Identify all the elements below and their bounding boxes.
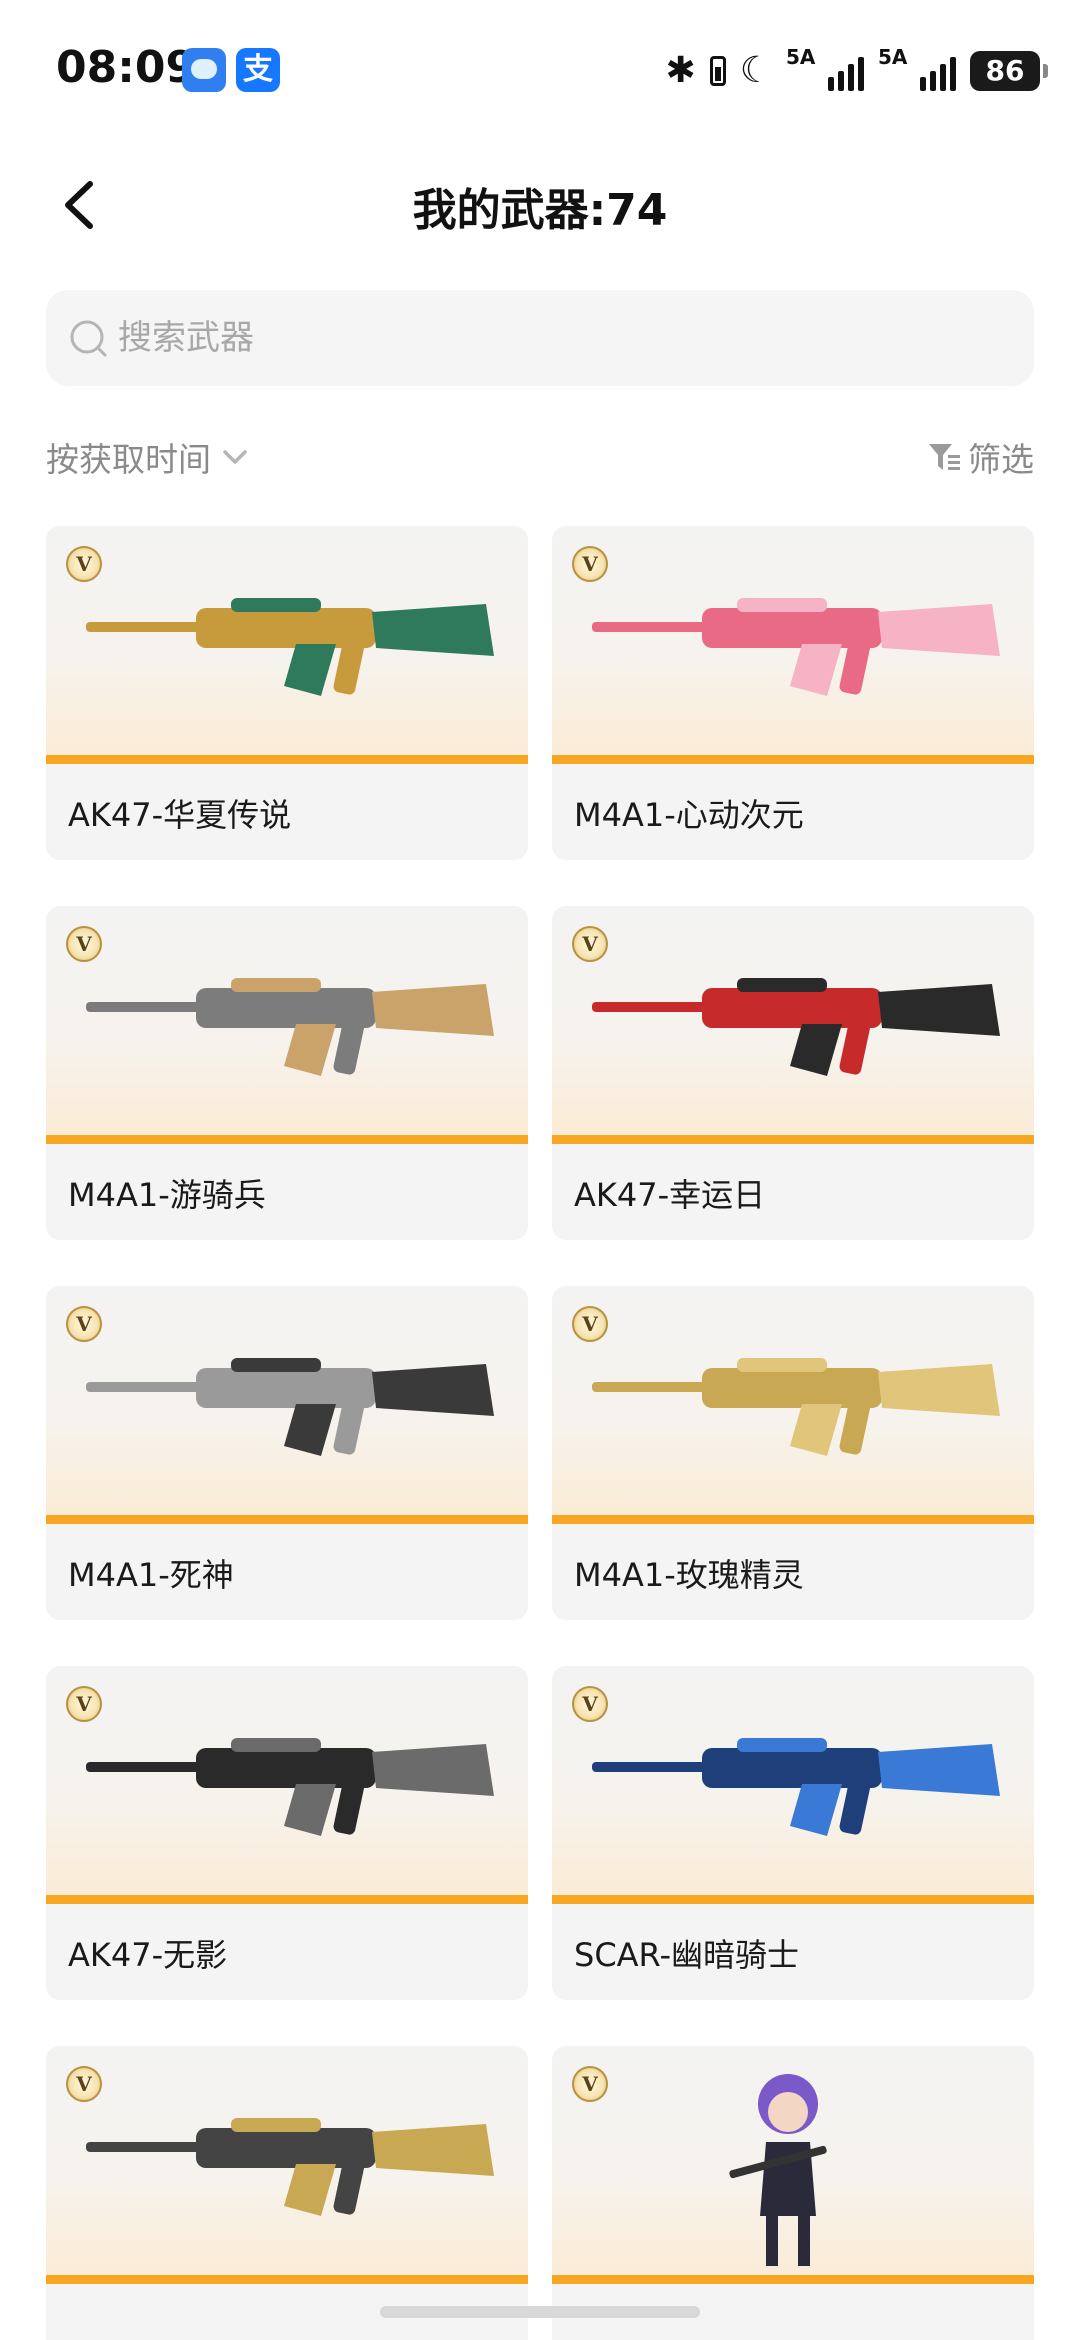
weapon-image: [46, 526, 528, 764]
filter-button[interactable]: 筛选: [926, 432, 1034, 482]
rifle-icon: [592, 598, 1000, 696]
weapon-image: [46, 906, 528, 1144]
weapon-card[interactable]: V AK47-无影: [46, 1666, 528, 2000]
sort-label: 按获取时间: [46, 440, 211, 479]
search-icon: [70, 320, 107, 357]
chevron-down-icon: [223, 450, 247, 464]
battery-saver-icon: [709, 56, 726, 86]
weapon-name: AK47-无影: [68, 1936, 228, 1974]
vip-badge-icon: V: [66, 546, 102, 582]
weapon-image: [552, 906, 1034, 1144]
status-icons: ✱ ☾ 5A 5A 86: [665, 45, 1048, 96]
network-type-label: 5A: [786, 45, 816, 69]
vip-badge-icon: V: [572, 1686, 608, 1722]
vip-badge-icon: V: [572, 926, 608, 962]
weapon-card[interactable]: V M4A1-玫瑰精灵: [552, 1286, 1034, 1620]
header: 我的武器:74: [0, 160, 1080, 250]
vip-badge-icon: V: [66, 1306, 102, 1342]
filter-label: 筛选: [968, 440, 1034, 479]
vip-badge-icon: V: [572, 1306, 608, 1342]
weapon-card[interactable]: V M4A1-游骑兵: [46, 906, 528, 1240]
weapon-card[interactable]: V: [552, 2046, 1034, 2340]
weapon-card[interactable]: V SCAR-幽暗骑士: [552, 1666, 1034, 2000]
weapon-image: [552, 2046, 1034, 2284]
weapon-list-page: 08:09 支 ✱ ☾ 5A 5A 86 我的武器:74 搜索武器 按获取时间 …: [0, 0, 1080, 2340]
page-title: 我的武器:74: [412, 185, 668, 236]
rifle-icon: [86, 1738, 494, 1836]
status-time: 08:09: [56, 42, 197, 93]
rifle-icon: [86, 1358, 494, 1456]
weapon-card[interactable]: V M4A1-死神: [46, 1286, 528, 1620]
message-app-icon: [182, 48, 226, 92]
weapon-name: AK47-华夏传说: [68, 796, 292, 834]
weapon-image: [552, 1666, 1034, 1904]
weapon-name: M4A1-死神: [68, 1556, 234, 1594]
weapon-name: SCAR-幽暗骑士: [574, 1936, 800, 1974]
vip-badge-icon: V: [66, 926, 102, 962]
rifle-icon: [86, 2118, 494, 2216]
battery-icon: 86: [970, 51, 1048, 91]
network-type-label: 5A: [878, 45, 908, 69]
alipay-icon: 支: [236, 48, 280, 92]
home-indicator[interactable]: [380, 2306, 700, 2318]
weapon-name: M4A1-心动次元: [574, 796, 804, 834]
filter-icon: [929, 444, 960, 470]
weapon-name: M4A1-玫瑰精灵: [574, 1556, 804, 1594]
weapon-name: M4A1-游骑兵: [68, 1176, 266, 1214]
vip-badge-icon: V: [572, 2066, 608, 2102]
signal-icon: 5A: [786, 45, 864, 91]
status-bar: 08:09 支 ✱ ☾ 5A 5A 86: [0, 0, 1080, 140]
weapon-image: [552, 1286, 1034, 1524]
character-figure-icon: [729, 2074, 827, 2266]
search-input[interactable]: [118, 290, 998, 386]
rifle-icon: [86, 598, 494, 696]
moon-icon: ☾: [739, 50, 772, 91]
weapon-image: [46, 1666, 528, 1904]
weapon-card[interactable]: V AK47-华夏传说: [46, 526, 528, 860]
rifle-icon: [86, 978, 494, 1076]
weapon-card[interactable]: V AK47-幸运日: [552, 906, 1034, 1240]
vip-badge-icon: V: [66, 1686, 102, 1722]
rifle-icon: [592, 1738, 1000, 1836]
weapon-card[interactable]: V: [46, 2046, 528, 2340]
rifle-icon: [592, 1358, 1000, 1456]
rifle-icon: [592, 978, 1000, 1076]
search-box[interactable]: [46, 290, 1034, 386]
vip-badge-icon: V: [572, 546, 608, 582]
weapon-image: [552, 526, 1034, 764]
weapon-image: [46, 1286, 528, 1524]
weapon-card[interactable]: V M4A1-心动次元: [552, 526, 1034, 860]
weapon-image: [46, 2046, 528, 2284]
weapon-grid: V AK47-华夏传说 V M4A1-心动次元 V M4A1-游骑兵 V AK47-幸运日 V M…: [46, 526, 1034, 2340]
bluetooth-icon: ✱: [665, 50, 696, 91]
sort-dropdown[interactable]: 按获取时间: [46, 432, 253, 482]
vip-badge-icon: V: [66, 2066, 102, 2102]
signal-icon: 5A: [878, 45, 956, 91]
weapon-name: AK47-幸运日: [574, 1176, 766, 1214]
